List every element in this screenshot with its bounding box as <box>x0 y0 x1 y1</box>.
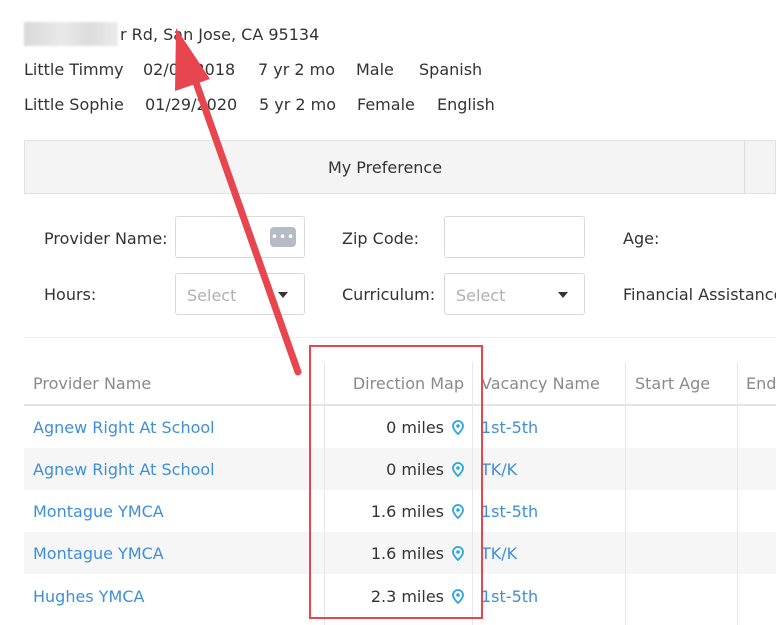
hours-select[interactable]: Select <box>175 273 305 315</box>
distance-text: 1.6 miles <box>370 501 444 521</box>
vacancy-link[interactable]: TK/K <box>481 532 517 574</box>
provider-name-input[interactable]: ••• <box>175 216 305 258</box>
child-dob: 01/29/2020 <box>145 94 238 114</box>
child-language: English <box>437 94 495 114</box>
child-row: Little Sophie 01/29/2020 5 yr 2 mo Femal… <box>24 91 495 117</box>
map-pin-icon[interactable] <box>452 588 464 604</box>
vacancy-link[interactable]: TK/K <box>481 448 517 490</box>
distance-cell: 2.3 miles <box>324 575 464 617</box>
distance-text: 0 miles <box>386 417 444 437</box>
provider-link[interactable]: Agnew Right At School <box>33 448 215 490</box>
distance-cell: 1.6 miles <box>324 490 464 532</box>
chevron-down-icon <box>558 292 568 298</box>
column-divider <box>625 362 626 625</box>
hours-placeholder: Select <box>187 285 237 305</box>
chevron-down-icon <box>278 292 288 298</box>
curriculum-placeholder: Select <box>456 285 506 305</box>
map-pin-icon[interactable] <box>452 419 464 435</box>
child-dob: 02/01/2018 <box>143 59 236 79</box>
table-row: Agnew Right At School 0 miles 1st-5th <box>24 406 776 448</box>
column-header-end-age[interactable]: End <box>746 362 776 404</box>
provider-link[interactable]: Hughes YMCA <box>33 575 144 617</box>
table-row: Hughes YMCA 2.3 miles 1st-5th <box>24 575 776 617</box>
table-row: Montague YMCA 1.6 miles TK/K <box>24 532 776 574</box>
distance-cell: 0 miles <box>324 448 464 490</box>
map-pin-icon[interactable] <box>452 503 464 519</box>
financial-assistance-label: Financial Assistance: <box>623 285 776 304</box>
tab-divider <box>744 141 745 193</box>
column-header-vacancy-name[interactable]: Vacancy Name <box>481 362 600 404</box>
provider-link[interactable]: Montague YMCA <box>33 532 164 574</box>
column-header-direction-map[interactable]: Direction Map <box>324 362 464 404</box>
distance-cell: 0 miles <box>324 406 464 448</box>
tab-bar: My Preference <box>24 140 776 194</box>
distance-text: 1.6 miles <box>370 543 444 563</box>
keyboard-icon[interactable]: ••• <box>270 227 296 247</box>
column-divider <box>324 362 325 625</box>
child-row: Little Timmy 02/01/2018 7 yr 2 mo Male S… <box>24 56 482 82</box>
curriculum-label: Curriculum: <box>342 285 436 304</box>
zip-code-input[interactable] <box>444 216 585 258</box>
zip-code-label: Zip Code: <box>342 229 419 248</box>
vacancy-link[interactable]: 1st-5th <box>481 406 538 448</box>
redacted-address-block <box>24 22 118 46</box>
child-gender: Male <box>356 59 394 79</box>
column-divider <box>472 362 473 625</box>
child-language: Spanish <box>419 59 483 79</box>
provider-link[interactable]: Montague YMCA <box>33 490 164 532</box>
age-label: Age: <box>623 229 660 248</box>
curriculum-select[interactable]: Select <box>444 273 585 315</box>
tab-my-preference[interactable]: My Preference <box>25 141 745 193</box>
map-pin-icon[interactable] <box>452 545 464 561</box>
map-pin-icon[interactable] <box>452 461 464 477</box>
child-age: 5 yr 2 mo <box>259 94 337 114</box>
column-header-provider-name[interactable]: Provider Name <box>33 362 151 404</box>
column-header-start-age[interactable]: Start Age <box>635 362 710 404</box>
distance-text: 0 miles <box>386 459 444 479</box>
hours-label: Hours: <box>44 285 97 304</box>
child-name: Little Timmy <box>24 59 124 79</box>
provider-link[interactable]: Agnew Right At School <box>33 406 215 448</box>
provider-name-label: Provider Name: <box>44 229 168 248</box>
child-gender: Female <box>357 94 415 114</box>
column-divider <box>737 362 738 625</box>
address-text: r Rd, San Jose, CA 95134 <box>120 24 320 44</box>
vacancy-link[interactable]: 1st-5th <box>481 490 538 532</box>
table-row: Montague YMCA 1.6 miles 1st-5th <box>24 490 776 532</box>
child-age: 7 yr 2 mo <box>258 59 336 79</box>
address-line: r Rd, San Jose, CA 95134 <box>24 21 319 47</box>
page: r Rd, San Jose, CA 95134 Little Timmy 02… <box>0 0 776 625</box>
table-row: Agnew Right At School 0 miles TK/K <box>24 448 776 490</box>
child-name: Little Sophie <box>24 94 124 114</box>
distance-text: 2.3 miles <box>370 586 444 606</box>
filter-divider <box>24 337 776 338</box>
distance-cell: 1.6 miles <box>324 532 464 574</box>
vacancy-link[interactable]: 1st-5th <box>481 575 538 617</box>
